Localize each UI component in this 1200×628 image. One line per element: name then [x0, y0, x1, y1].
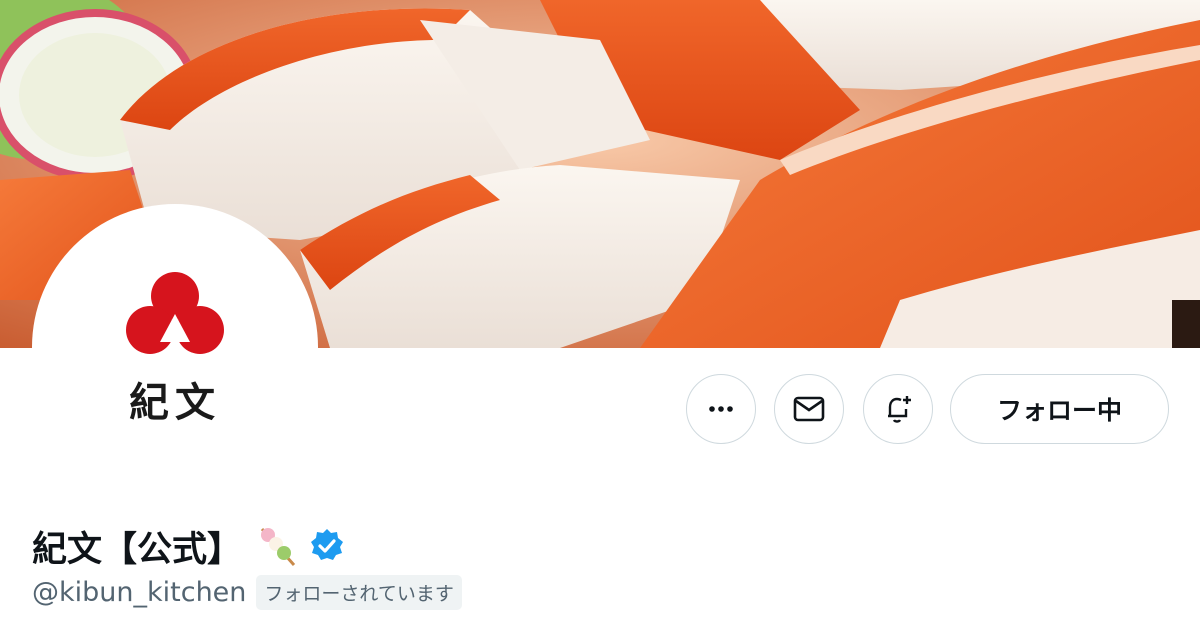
bell-plus-icon — [888, 396, 911, 423]
verified-badge-icon[interactable] — [308, 527, 346, 565]
user-handle: @kibun_kitchen — [32, 576, 247, 608]
handle-row: @kibun_kitchen フォローされています — [32, 574, 462, 610]
dango-emoji-icon — [260, 528, 296, 566]
follows-you-badge: フォローされています — [256, 574, 462, 610]
profile-avatar[interactable]: 紀文 — [32, 204, 318, 490]
avatar-logo-text: 紀文 — [129, 380, 221, 426]
more-button[interactable] — [686, 374, 756, 444]
notification-button[interactable] — [863, 374, 933, 444]
kibun-logo-icon — [126, 272, 224, 354]
display-name: 紀文【公式】 — [32, 529, 243, 570]
envelope-icon — [793, 396, 825, 422]
more-icon — [709, 406, 733, 412]
message-button[interactable] — [774, 374, 844, 444]
following-button[interactable]: フォロー中 — [950, 374, 1169, 444]
display-name-row: 紀文【公式】 — [32, 520, 346, 572]
